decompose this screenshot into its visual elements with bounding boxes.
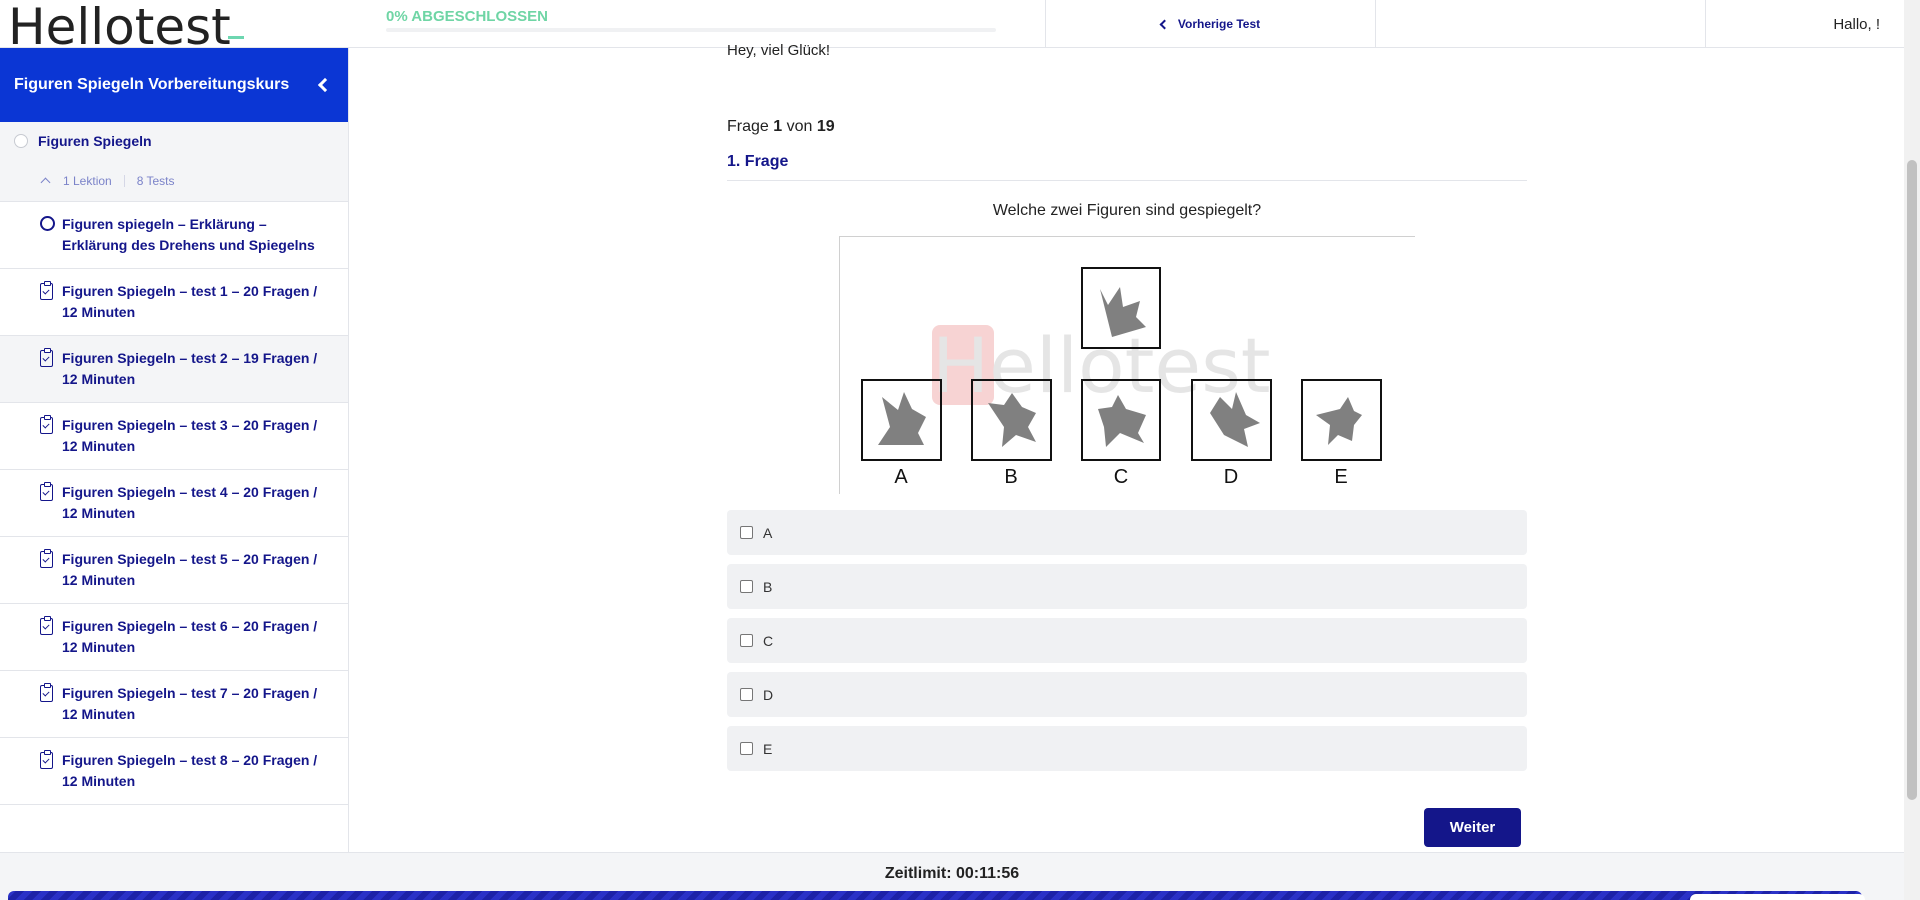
answer-checkbox[interactable] xyxy=(740,580,753,593)
page-scrollbar[interactable] xyxy=(1904,0,1920,900)
hellotest-logo[interactable]: Hellotest xyxy=(0,0,349,56)
sidebar-item-test-8[interactable]: Figuren Spiegeln – test 8 – 20 Fragen / … xyxy=(0,738,348,805)
scrollbar-thumb[interactable] xyxy=(1907,160,1917,800)
prev-test-cell: Vorherige Test xyxy=(1045,0,1375,48)
next-button[interactable]: Weiter xyxy=(1424,808,1521,847)
counter-total: 19 xyxy=(816,118,835,135)
figure-label-e: E xyxy=(1334,466,1347,488)
sidebar-item-test-4[interactable]: Figuren Spiegeln – test 4 – 20 Fragen / … xyxy=(0,470,348,537)
logo-underscore xyxy=(228,36,244,39)
answer-checkbox[interactable] xyxy=(740,634,753,647)
timer-footer: Zeitlimit: 00:11:56 xyxy=(0,852,1904,900)
course-title: Figuren Spiegeln Vorbereitungskurs xyxy=(14,76,290,93)
quiz-icon xyxy=(40,750,53,769)
answer-checkbox[interactable] xyxy=(740,742,753,755)
sidebar-item-test-7[interactable]: Figuren Spiegeln – test 7 – 20 Fragen / … xyxy=(0,671,348,738)
sidebar-item-label: Figuren Spiegeln – test 3 – 20 Fragen / … xyxy=(62,417,318,454)
answer-label: D xyxy=(763,686,774,703)
timer-handle xyxy=(1690,894,1865,900)
sidebar-item-label: Figuren Spiegeln – test 1 – 20 Fragen / … xyxy=(62,283,318,320)
answer-label: C xyxy=(763,632,774,649)
figure-label-d: D xyxy=(1224,466,1238,488)
answer-checkbox[interactable] xyxy=(740,688,753,701)
lesson-status-icon xyxy=(40,216,55,231)
sidebar-item-label: Figuren Spiegeln – test 4 – 20 Fragen / … xyxy=(62,484,318,521)
answer-option-a[interactable]: A xyxy=(727,510,1527,555)
progress-label: 0% ABGESCHLOSSEN xyxy=(386,8,548,25)
figure-illustration: Hellotest A B C D E xyxy=(861,267,1382,488)
time-limit: Zeitlimit: 00:11:56 xyxy=(884,865,1020,882)
answer-options: A B C D E xyxy=(727,510,1527,780)
sidebar-item-test-5[interactable]: Figuren Spiegeln – test 5 – 20 Fragen / … xyxy=(0,537,348,604)
answer-option-e[interactable]: E xyxy=(727,726,1527,771)
sidebar-item-test-1[interactable]: Figuren Spiegeln – test 1 – 20 Fragen / … xyxy=(0,269,348,336)
sidebar-item-test-3[interactable]: Figuren Spiegeln – test 3 – 20 Fragen / … xyxy=(0,403,348,470)
question-text: Welche zwei Figuren sind gespiegelt? xyxy=(992,202,1262,219)
sidebar-item-label: Figuren spiegeln – Erklärung – Erklärung… xyxy=(62,216,315,253)
figure-label-a: A xyxy=(894,466,908,488)
question-figure: Hellotest A B C D E xyxy=(839,236,1415,494)
meta-divider xyxy=(123,174,125,187)
sidebar-item-label: Figuren Spiegeln – test 2 – 19 Fragen / … xyxy=(62,350,318,387)
collapse-sidebar-icon[interactable] xyxy=(317,77,333,93)
sidebar-item-label: Figuren Spiegeln – test 6 – 20 Fragen / … xyxy=(62,618,318,655)
sidebar-item-test-2[interactable]: Figuren Spiegeln – test 2 – 19 Fragen / … xyxy=(0,336,348,403)
figure-label-c: C xyxy=(1114,466,1128,488)
lesson-count: 1 Lektion xyxy=(63,173,112,188)
counter-current: 1 xyxy=(773,118,783,135)
section-title: Figuren Spiegeln xyxy=(38,133,152,149)
answer-checkbox[interactable] xyxy=(740,526,753,539)
answer-option-c[interactable]: C xyxy=(727,618,1527,663)
answer-label: A xyxy=(763,524,773,541)
user-greeting: Hallo, ! xyxy=(1833,15,1880,33)
quiz-icon xyxy=(40,415,53,434)
sidebar-item-test-6[interactable]: Figuren Spiegeln – test 6 – 20 Fragen / … xyxy=(0,604,348,671)
course-header: Figuren Spiegeln Vorbereitungskurs xyxy=(0,48,348,122)
course-sidebar: Figuren Spiegeln Vorbereitungskurs Figur… xyxy=(0,48,349,852)
main-content: Hey, viel Glück! Frage 1 von 19 1. Frage… xyxy=(350,42,1904,852)
sidebar-item-label: Figuren Spiegeln – test 7 – 20 Fragen / … xyxy=(62,685,318,722)
quiz-icon xyxy=(40,348,53,367)
sidebar-item-label: Figuren Spiegeln – test 8 – 20 Fragen / … xyxy=(62,752,318,789)
answer-option-d[interactable]: D xyxy=(727,672,1527,717)
figure-shape-a xyxy=(878,392,926,445)
question-counter: Frage 1 von 19 xyxy=(727,118,835,136)
quiz-icon xyxy=(40,549,53,568)
watermark-logo: Hellotest xyxy=(932,321,1271,410)
figure-shape-e xyxy=(1316,397,1362,445)
quiz-icon xyxy=(40,683,53,702)
prev-test-link[interactable]: Vorherige Test xyxy=(1159,17,1261,31)
prev-test-label: Vorherige Test xyxy=(1177,17,1261,31)
nav-empty-cell xyxy=(1375,0,1705,48)
top-header: Hellotest 0% ABGESCHLOSSEN Vorherige Tes… xyxy=(0,0,1904,56)
answer-label: B xyxy=(763,578,773,595)
progress-bar xyxy=(386,28,996,32)
figure-label-b: B xyxy=(1004,466,1017,488)
chevron-up-icon xyxy=(40,177,51,188)
quiz-icon xyxy=(40,616,53,635)
sidebar-item-label: Figuren Spiegeln – test 5 – 20 Fragen / … xyxy=(62,551,318,588)
answer-label: E xyxy=(763,740,773,757)
section-meta[interactable]: 1 Lektion 8 Tests xyxy=(0,160,348,202)
timer-progress-bar xyxy=(8,891,1862,900)
quiz-icon xyxy=(40,281,53,300)
section-status-icon xyxy=(14,134,28,148)
quiz-icon xyxy=(40,482,53,501)
question-title: 1. Frage xyxy=(727,153,1527,181)
progress-area: 0% ABGESCHLOSSEN xyxy=(349,0,1045,48)
test-count: 8 Tests xyxy=(136,173,175,188)
chevron-left-icon xyxy=(1159,19,1170,29)
section-header[interactable]: Figuren Spiegeln xyxy=(0,122,348,160)
counter-von: von xyxy=(786,118,813,135)
user-menu[interactable]: Hallo, ! xyxy=(1705,0,1904,48)
sidebar-item-lesson[interactable]: Figuren spiegeln – Erklärung – Erklärung… xyxy=(0,202,348,269)
counter-prefix: Frage xyxy=(727,118,769,135)
watermark-text: Hellotest xyxy=(932,321,1271,410)
answer-option-b[interactable]: B xyxy=(727,564,1527,609)
greeting-text: Hey, viel Glück! xyxy=(727,42,831,59)
